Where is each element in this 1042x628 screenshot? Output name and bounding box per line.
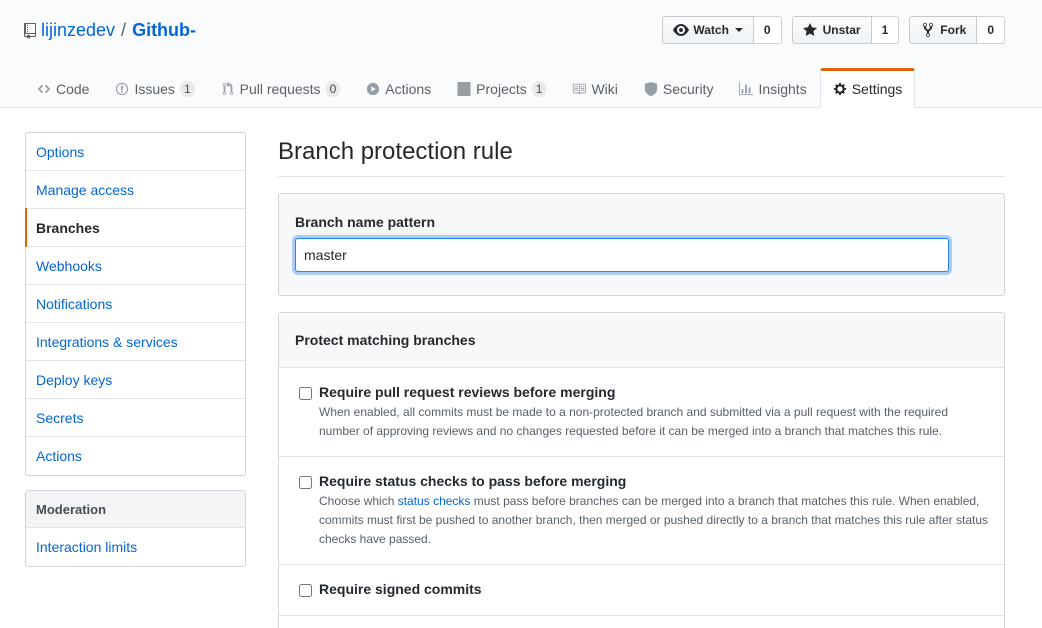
pull-request-icon bbox=[222, 82, 233, 96]
watch-button[interactable]: Watch bbox=[662, 16, 754, 44]
watch-group: Watch 0 bbox=[662, 16, 782, 44]
tab-label: Security bbox=[662, 81, 714, 97]
gear-icon bbox=[833, 82, 846, 96]
tab-wiki[interactable]: Wiki bbox=[559, 68, 630, 108]
rule-require-signed-commits: Require signed commits bbox=[279, 565, 1004, 616]
tab-actions[interactable]: Actions bbox=[353, 68, 444, 108]
eye-icon bbox=[673, 24, 690, 36]
play-icon bbox=[367, 82, 380, 96]
tab-label: Projects bbox=[476, 81, 527, 97]
sidebar-item-notifications[interactable]: Notifications bbox=[26, 285, 245, 323]
fork-count[interactable]: 0 bbox=[977, 16, 1005, 44]
repo-header: lijinzedev / Github- Watch 0 Unstar 1 Fo… bbox=[0, 0, 1042, 108]
tab-label: Settings bbox=[851, 81, 903, 97]
repo-separator: / bbox=[121, 20, 127, 40]
watch-count[interactable]: 0 bbox=[753, 16, 782, 44]
fork-button[interactable]: Fork bbox=[909, 16, 978, 44]
sidebar-item-interaction-limits[interactable]: Interaction limits bbox=[26, 528, 245, 566]
tab-label: Insights bbox=[758, 81, 807, 97]
rule-require-reviews: Require pull request reviews before merg… bbox=[279, 368, 1004, 457]
projects-counter: 1 bbox=[531, 81, 547, 97]
tab-label: Code bbox=[56, 81, 90, 97]
tab-projects[interactable]: Projects 1 bbox=[444, 68, 559, 108]
issues-counter: 1 bbox=[179, 81, 195, 97]
issue-icon bbox=[116, 82, 129, 96]
tab-label: Pull requests bbox=[239, 81, 321, 97]
protect-branches-box: Protect matching branches Require pull r… bbox=[278, 312, 1005, 628]
require-reviews-checkbox[interactable] bbox=[299, 387, 312, 400]
repo-nav-tabs: Code Issues 1 Pull requests 0 Actions Pr… bbox=[24, 68, 916, 108]
settings-sidebar: Options Manage access Branches Webhooks … bbox=[25, 132, 246, 476]
pull-requests-counter: 0 bbox=[325, 81, 341, 97]
tab-issues[interactable]: Issues 1 bbox=[102, 68, 207, 108]
repo-actions: Watch 0 Unstar 1 Fork 0 bbox=[662, 16, 1005, 44]
sidebar-item-integrations[interactable]: Integrations & services bbox=[26, 323, 245, 361]
chevron-down-icon bbox=[734, 28, 743, 32]
star-group: Unstar 1 bbox=[791, 16, 900, 44]
rule-require-status-checks: Require status checks to pass before mer… bbox=[279, 457, 1004, 565]
moderation-heading: Moderation bbox=[26, 491, 245, 528]
moderation-sidebar: Moderation Interaction limits bbox=[25, 490, 246, 567]
fork-icon bbox=[923, 22, 934, 38]
rule-desc-before: Choose which bbox=[319, 494, 398, 508]
tab-pull-requests[interactable]: Pull requests 0 bbox=[208, 68, 354, 108]
repo-name-link[interactable]: Github- bbox=[132, 20, 196, 41]
repo-title: lijinzedev / Github- bbox=[24, 20, 196, 41]
rule-title[interactable]: Require pull request reviews before merg… bbox=[319, 384, 988, 400]
tab-insights[interactable]: Insights bbox=[726, 68, 819, 108]
rule-title[interactable]: Require status checks to pass before mer… bbox=[319, 473, 988, 489]
repo-owner-link[interactable]: lijinzedev bbox=[41, 20, 115, 41]
sidebar-item-manage-access[interactable]: Manage access bbox=[26, 171, 245, 209]
sidebar-item-secrets[interactable]: Secrets bbox=[26, 399, 245, 437]
fork-label: Fork bbox=[940, 23, 967, 37]
require-signed-commits-checkbox[interactable] bbox=[299, 584, 312, 597]
sidebar-item-deploy-keys[interactable]: Deploy keys bbox=[26, 361, 245, 399]
tab-label: Actions bbox=[385, 81, 432, 97]
book-icon bbox=[573, 83, 587, 95]
rule-description: When enabled, all commits must be made t… bbox=[319, 405, 949, 438]
star-icon bbox=[802, 23, 817, 36]
status-checks-link[interactable]: status checks bbox=[398, 494, 471, 508]
tab-code[interactable]: Code bbox=[24, 68, 102, 108]
repo-icon bbox=[24, 22, 36, 39]
fork-group: Fork 0 bbox=[909, 16, 1005, 44]
sidebar-item-webhooks[interactable]: Webhooks bbox=[26, 247, 245, 285]
graph-icon bbox=[739, 82, 754, 96]
branch-pattern-label: Branch name pattern bbox=[295, 214, 436, 230]
star-count[interactable]: 1 bbox=[871, 16, 900, 44]
rule-title[interactable]: Require signed commits bbox=[319, 581, 988, 597]
watch-label: Watch bbox=[693, 23, 729, 37]
protect-heading: Protect matching branches bbox=[279, 313, 1004, 368]
rule-description: Choose which status checks must pass bef… bbox=[319, 492, 988, 549]
require-status-checks-checkbox[interactable] bbox=[299, 476, 312, 489]
project-icon bbox=[457, 82, 471, 96]
sidebar-item-actions[interactable]: Actions bbox=[26, 437, 245, 475]
shield-icon bbox=[644, 82, 657, 96]
code-icon bbox=[37, 84, 51, 94]
page-title: Branch protection rule bbox=[278, 138, 1005, 177]
tab-security[interactable]: Security bbox=[631, 68, 727, 108]
unstar-label: Unstar bbox=[822, 23, 861, 37]
branch-pattern-box: Branch name pattern bbox=[278, 193, 1005, 296]
branch-pattern-input[interactable] bbox=[295, 238, 949, 272]
sidebar-item-options[interactable]: Options bbox=[26, 133, 245, 171]
sidebar-item-branches[interactable]: Branches bbox=[25, 208, 245, 247]
tab-label: Issues bbox=[134, 81, 175, 97]
tab-label: Wiki bbox=[591, 81, 618, 97]
unstar-button[interactable]: Unstar bbox=[791, 16, 872, 44]
tab-settings[interactable]: Settings bbox=[819, 68, 916, 108]
